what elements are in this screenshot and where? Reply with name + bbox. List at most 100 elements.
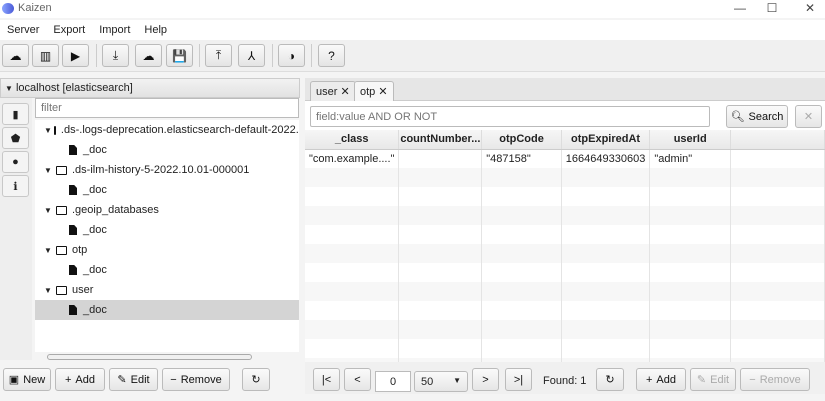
cloud-icon[interactable]: ☁	[2, 44, 29, 67]
new-button[interactable]: ▣ New	[3, 368, 51, 391]
add-button[interactable]: + Add	[55, 368, 105, 391]
minus-icon: −	[749, 373, 756, 386]
scrollbar-thumb[interactable]	[47, 354, 252, 360]
prev-page-button[interactable]: <	[344, 368, 371, 391]
new-folder-icon: ▣	[8, 374, 20, 386]
fork-icon[interactable]: ⅄	[238, 44, 265, 67]
cell	[481, 244, 562, 263]
found-count: Found: 1	[543, 375, 587, 387]
expand-icon[interactable]: ▼	[44, 206, 54, 215]
column-header[interactable]: otpCode	[481, 130, 562, 150]
cell	[398, 244, 483, 263]
play-icon[interactable]: ▶	[62, 44, 89, 67]
edit-document-button[interactable]: ✎ Edit	[690, 368, 736, 391]
doc-icon	[69, 225, 77, 235]
folder-icon	[53, 125, 56, 135]
document-icon[interactable]: ▮	[2, 103, 29, 125]
upload-icon[interactable]: ⤒	[205, 44, 232, 67]
query-input[interactable]	[310, 106, 710, 127]
close-icon[interactable]: ✕	[340, 86, 349, 98]
connection-header[interactable]: ▼ localhost [elasticsearch]	[0, 78, 300, 98]
folder-icon	[56, 245, 67, 255]
column-header[interactable]: otpExpiredAt	[561, 130, 651, 150]
cell	[730, 187, 825, 206]
title-bar: Kaizen — ☐ ✕	[0, 0, 825, 18]
last-page-button[interactable]: >|	[505, 368, 532, 391]
remove-label: Remove	[759, 373, 801, 386]
table-row[interactable]: "com.example...." "487158" 1664649330603…	[305, 149, 825, 168]
tree-index-node[interactable]: ▼ .geoip_databases	[35, 200, 299, 220]
cell	[481, 339, 562, 358]
folder-icon	[56, 165, 67, 175]
tab-user[interactable]: user ✕	[310, 81, 356, 101]
expand-icon[interactable]: ▼	[44, 246, 54, 255]
page-input[interactable]: 0	[375, 371, 411, 392]
add-document-button[interactable]: + Add	[636, 368, 686, 391]
chevron-right-icon: >	[482, 373, 489, 386]
column-header[interactable]: _class	[305, 130, 400, 150]
tree-type-node[interactable]: _doc	[35, 140, 299, 160]
refresh-button[interactable]: ↻	[242, 368, 270, 391]
column-header[interactable]: userId	[649, 130, 732, 150]
empty-row	[305, 320, 825, 339]
clear-query-button[interactable]: ✕	[795, 105, 822, 128]
menu-server[interactable]: Server	[0, 20, 46, 40]
tree-index-node[interactable]: ▼ otp	[35, 240, 299, 260]
horizontal-scrollbar[interactable]	[35, 352, 299, 362]
save-icon[interactable]: 💾	[166, 44, 193, 67]
cell	[305, 301, 400, 320]
filter-input[interactable]	[35, 98, 299, 118]
search-button[interactable]: 🔍︎ Search	[726, 105, 788, 128]
last-page-icon: >|	[513, 373, 524, 386]
download-icon[interactable]: ⤓	[102, 44, 129, 67]
expand-icon[interactable]: ▼	[44, 286, 54, 295]
help-icon[interactable]: ?	[318, 44, 345, 67]
column-header[interactable]: countNumber...	[398, 130, 483, 150]
empty-row	[305, 282, 825, 301]
folder-icon	[56, 285, 67, 295]
index-label: .geoip_databases	[72, 204, 159, 216]
menu-export[interactable]: Export	[46, 20, 92, 40]
close-icon[interactable]: ✕	[378, 86, 387, 98]
tree-type-node-selected[interactable]: _doc	[35, 300, 299, 320]
search-label: Search	[748, 110, 784, 123]
next-page-button[interactable]: >	[472, 368, 499, 391]
empty-row	[305, 168, 825, 187]
tree-index-node[interactable]: ▼ .ds-.logs-deprecation.elasticsearch-def…	[35, 120, 299, 140]
tree-index-node[interactable]: ▼ .ds-ilm-history-5-2022.10.01-000001	[35, 160, 299, 180]
refresh-results-button[interactable]: ↻	[596, 368, 624, 391]
chart-icon[interactable]: ▥	[32, 44, 59, 67]
tag-icon[interactable]: ⬟	[2, 127, 29, 149]
side-toolbar: ▮ ⬟ ● ℹ	[0, 98, 32, 360]
refresh-icon: ↻	[251, 374, 261, 386]
close-button[interactable]: ✕	[795, 0, 825, 18]
add-label: Add	[656, 373, 676, 386]
theme-icon[interactable]: ◑	[278, 44, 305, 67]
tree-type-node[interactable]: _doc	[35, 180, 299, 200]
tree-index-node[interactable]: ▼ user	[35, 280, 299, 300]
menu-help[interactable]: Help	[137, 20, 174, 40]
expand-icon[interactable]: ▼	[44, 126, 52, 135]
expand-icon[interactable]: ▼	[44, 166, 54, 175]
maximize-button[interactable]: ☐	[757, 0, 787, 18]
chevron-circle-icon[interactable]: ●	[2, 151, 29, 173]
minimize-button[interactable]: —	[725, 0, 755, 18]
page-size-select[interactable]: 50 ▼	[414, 371, 468, 392]
remove-document-button[interactable]: − Remove	[740, 368, 810, 391]
empty-row	[305, 225, 825, 244]
cloud-upload-icon[interactable]: ☁	[135, 44, 162, 67]
connection-label: localhost [elasticsearch]	[15, 82, 133, 94]
edit-label: Edit	[710, 373, 730, 386]
cell	[561, 187, 651, 206]
cell	[649, 168, 732, 187]
edit-button[interactable]: ✎ Edit	[109, 368, 158, 391]
first-page-button[interactable]: |<	[313, 368, 340, 391]
remove-button[interactable]: − Remove	[162, 368, 230, 391]
tree-type-node[interactable]: _doc	[35, 220, 299, 240]
menu-import[interactable]: Import	[92, 20, 137, 40]
tree-type-node[interactable]: _doc	[35, 260, 299, 280]
info-icon[interactable]: ℹ	[2, 175, 29, 197]
plus-icon: +	[64, 373, 72, 386]
cell	[561, 282, 651, 301]
tab-otp[interactable]: otp ✕	[354, 81, 394, 101]
